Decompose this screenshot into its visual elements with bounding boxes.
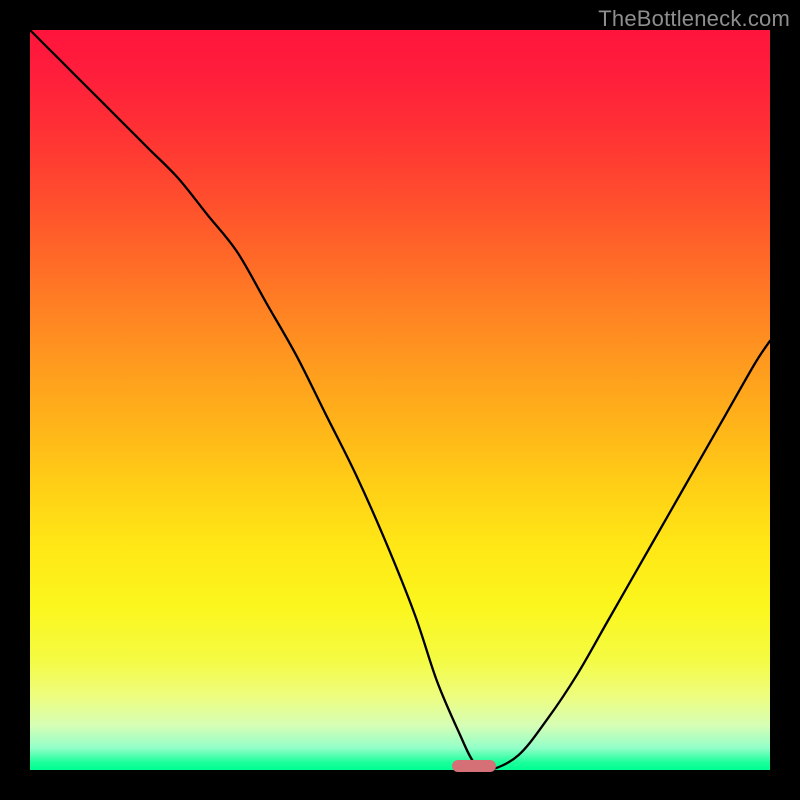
plot-area (30, 30, 770, 770)
curve-path (30, 30, 770, 770)
chart-frame: TheBottleneck.com (0, 0, 800, 800)
watermark-text: TheBottleneck.com (598, 6, 790, 32)
optimum-marker (452, 760, 496, 772)
bottleneck-curve (30, 30, 770, 770)
